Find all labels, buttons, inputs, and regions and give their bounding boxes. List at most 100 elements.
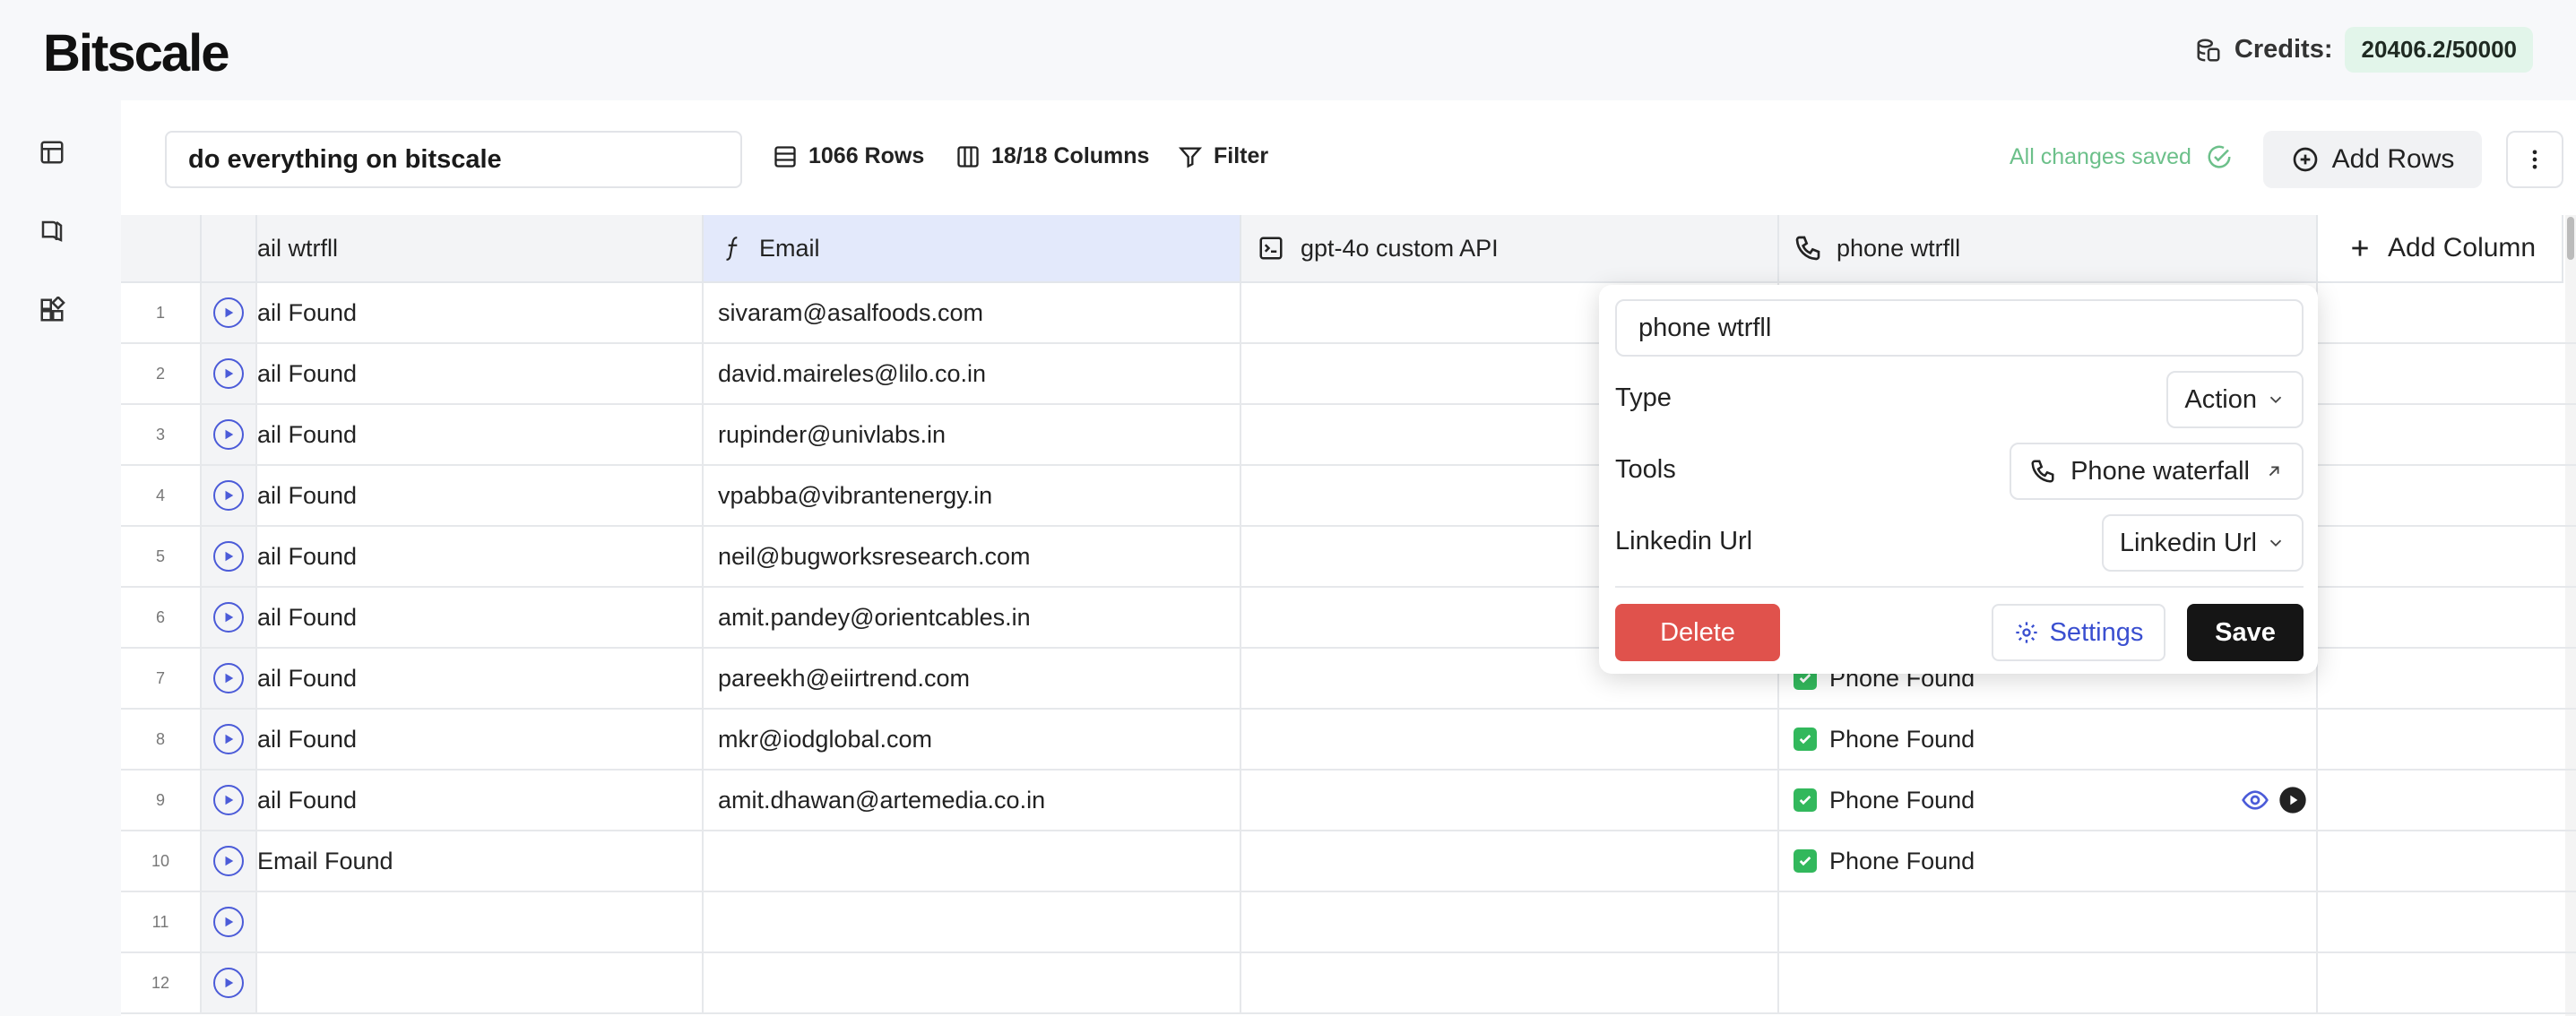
column-name-input[interactable]: phone wtrfll — [1615, 299, 2304, 357]
run-row-button[interactable] — [202, 405, 257, 464]
column-title: phone wtrfll — [1837, 234, 1961, 262]
type-dropdown[interactable]: Action — [2166, 371, 2304, 428]
run-row-button[interactable] — [202, 466, 257, 525]
run-row-button[interactable] — [202, 283, 257, 342]
cell-email[interactable]: david.maireles@lilo.co.in — [704, 344, 1241, 403]
delete-button[interactable]: Delete — [1615, 604, 1780, 661]
cell-gpt[interactable] — [1241, 831, 1779, 891]
run-row-button[interactable] — [202, 527, 257, 586]
cell-email-waterfall[interactable] — [257, 953, 704, 1012]
column-title: gpt-4o custom API — [1301, 234, 1499, 262]
run-row-button[interactable] — [202, 588, 257, 647]
cell-email-waterfall[interactable]: ail Found — [257, 710, 704, 769]
cell-email[interactable]: amit.pandey@orientcables.in — [704, 588, 1241, 647]
type-label: Type — [1615, 383, 1672, 412]
column-header-phone[interactable]: phone wtrfll — [1779, 215, 2318, 283]
coins-icon — [2195, 37, 2222, 64]
eye-icon[interactable] — [2241, 786, 2269, 814]
run-row-button[interactable] — [202, 710, 257, 769]
cell-email[interactable]: neil@bugworksresearch.com — [704, 527, 1241, 586]
cell-phone[interactable] — [1779, 953, 2318, 1012]
play-circle-icon[interactable] — [2278, 786, 2307, 814]
sheet-name-input[interactable]: do everything on bitscale — [165, 131, 742, 188]
tools-link[interactable]: Phone waterfall — [2010, 443, 2304, 500]
row-number: 2 — [121, 344, 202, 403]
bitscale-logo: Bitscale — [43, 24, 229, 82]
cell-email-waterfall[interactable]: ail Found — [257, 771, 704, 830]
cell-gpt[interactable] — [1241, 953, 1779, 1012]
cell-email[interactable] — [704, 892, 1241, 951]
cell-email-waterfall[interactable]: ail Found — [257, 283, 704, 342]
more-options-button[interactable] — [2506, 131, 2563, 188]
cell-empty — [2318, 283, 2563, 342]
table-row: 10 Email Found Phone Found — [121, 831, 2576, 892]
cell-email[interactable]: pareekh@eiirtrend.com — [704, 649, 1241, 708]
add-column-label: Add Column — [2388, 233, 2537, 263]
gear-icon — [2014, 620, 2039, 645]
header-row-number — [121, 215, 202, 283]
cell-empty — [2318, 831, 2563, 891]
cell-email[interactable]: sivaram@asalfoods.com — [704, 283, 1241, 342]
cell-gpt[interactable] — [1241, 892, 1779, 951]
run-row-button[interactable] — [202, 344, 257, 403]
popover-divider — [1615, 586, 2304, 588]
cell-gpt[interactable] — [1241, 771, 1779, 830]
apps-icon[interactable] — [34, 292, 70, 328]
run-row-button[interactable] — [202, 649, 257, 708]
column-header-gpt[interactable]: gpt-4o custom API — [1241, 215, 1779, 283]
cell-phone[interactable]: Phone Found — [1779, 771, 2318, 830]
cell-email-waterfall[interactable]: ail Found — [257, 588, 704, 647]
rows-count-label: 1066 Rows — [808, 143, 925, 168]
run-row-button[interactable] — [202, 953, 257, 1012]
add-rows-label: Add Rows — [2331, 144, 2455, 174]
play-icon — [213, 785, 244, 815]
cell-email[interactable] — [704, 953, 1241, 1012]
table-row: 9 ail Found amit.dhawan@artemedia.co.in Pho… — [121, 771, 2576, 831]
row-number: 10 — [121, 831, 202, 891]
run-row-button[interactable] — [202, 892, 257, 951]
cell-gpt[interactable] — [1241, 710, 1779, 769]
cell-email[interactable]: rupinder@univlabs.in — [704, 405, 1241, 464]
save-button[interactable]: Save — [2187, 604, 2304, 661]
linkedin-value: Linkedin Url — [2119, 528, 2257, 557]
column-header-email-waterfall[interactable]: ail wtrfll — [257, 215, 704, 283]
column-header-email[interactable]: Email — [704, 215, 1241, 283]
row-number: 5 — [121, 527, 202, 586]
run-row-button[interactable] — [202, 771, 257, 830]
columns-icon — [955, 144, 981, 169]
add-column-button[interactable]: Add Column — [2318, 215, 2563, 283]
cell-email-waterfall[interactable] — [257, 892, 704, 951]
cell-email[interactable]: mkr@iodglobal.com — [704, 710, 1241, 769]
cell-phone[interactable]: Phone Found — [1779, 831, 2318, 891]
cell-email[interactable]: vpabba@vibrantenergy.in — [704, 466, 1241, 525]
cell-email-waterfall[interactable]: ail Found — [257, 527, 704, 586]
cell-empty — [2318, 892, 2563, 951]
rows-count-button[interactable]: 1066 Rows — [773, 143, 924, 169]
linkedin-dropdown[interactable]: Linkedin Url — [2101, 514, 2304, 572]
filter-button[interactable]: Filter — [1178, 143, 1268, 169]
settings-button[interactable]: Settings — [1992, 604, 2165, 661]
cell-email[interactable]: amit.dhawan@artemedia.co.in — [704, 771, 1241, 830]
cell-email-waterfall[interactable]: ail Found — [257, 649, 704, 708]
columns-count-button[interactable]: 18/18 Columns — [955, 143, 1149, 169]
cell-email-waterfall[interactable]: Email Found — [257, 831, 704, 891]
scrollbar-thumb[interactable] — [2567, 217, 2574, 260]
cell-phone[interactable]: Phone Found — [1779, 710, 2318, 769]
book-icon[interactable] — [34, 213, 70, 249]
credits-badge: 20406.2/50000 — [2345, 27, 2533, 73]
cell-phone[interactable] — [1779, 892, 2318, 951]
cell-email-waterfall[interactable]: ail Found — [257, 405, 704, 464]
cell-text: ail Found — [257, 664, 358, 692]
cell-empty — [2318, 405, 2563, 464]
add-rows-button[interactable]: Add Rows — [2263, 131, 2482, 188]
cell-email-waterfall[interactable]: ail Found — [257, 466, 704, 525]
cell-text: Phone Found — [1829, 847, 1975, 874]
cell-email[interactable] — [704, 831, 1241, 891]
column-edit-popover: phone wtrfll Type Action Tools Phone wat… — [1599, 285, 2318, 674]
play-icon — [213, 724, 244, 754]
table-icon[interactable] — [34, 134, 70, 170]
tools-label: Tools — [1615, 455, 1676, 484]
cell-text: ail Found — [257, 420, 358, 448]
cell-email-waterfall[interactable]: ail Found — [257, 344, 704, 403]
run-row-button[interactable] — [202, 831, 257, 891]
